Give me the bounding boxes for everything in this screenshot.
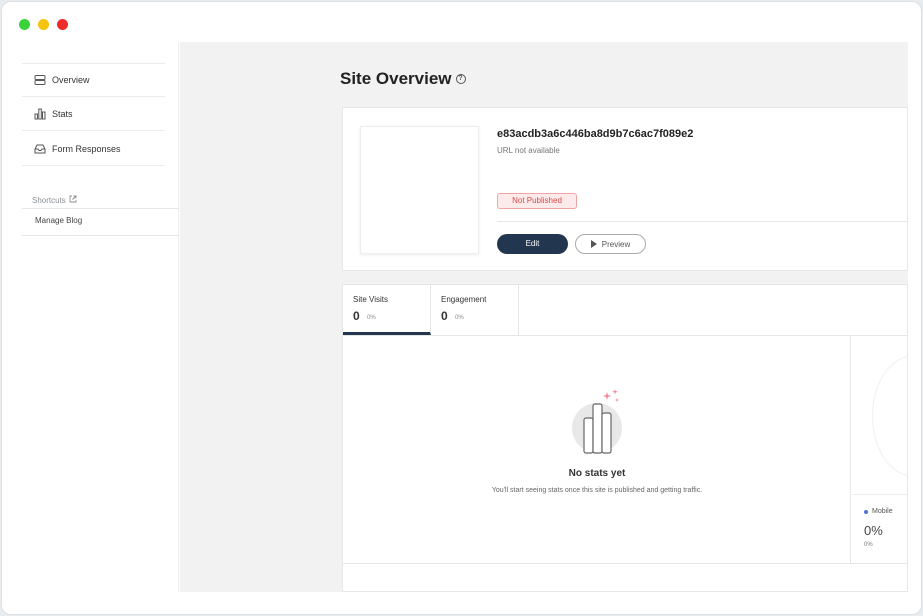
- divider: [497, 221, 908, 222]
- tab-percent: 0%: [455, 315, 464, 321]
- page-title-row: Site Overview ?: [340, 69, 466, 89]
- tab-site-visits[interactable]: Site Visits 0 0%: [343, 285, 431, 335]
- site-card: e83acdb3a6c446ba8d9b7c6ac7f089e2 URL not…: [342, 107, 908, 271]
- legend-label: Mobile: [872, 508, 893, 515]
- sidebar-item-form-responses[interactable]: Form Responses: [22, 132, 165, 166]
- edit-button[interactable]: Edit: [497, 234, 568, 254]
- server-icon: [34, 74, 46, 86]
- preview-label: Preview: [601, 239, 631, 249]
- shortcuts-label: Shortcuts: [32, 195, 66, 205]
- minimize-button[interactable]: [38, 19, 49, 30]
- divider: [22, 235, 179, 236]
- tab-label: Engagement: [441, 295, 487, 304]
- stats-panel: Site Visits 0 0% Engagement 0 0% No stat…: [342, 284, 908, 592]
- preview-button[interactable]: Preview: [575, 234, 646, 254]
- site-id: e83acdb3a6c446ba8d9b7c6ac7f089e2: [497, 128, 694, 140]
- legend-dot: [864, 509, 868, 514]
- empty-state-subtitle: You'll start seeing stats once this site…: [491, 487, 703, 494]
- maximize-button[interactable]: [19, 19, 30, 30]
- sidebar-item-label: Form Responses: [52, 143, 121, 154]
- divider: [852, 494, 908, 495]
- sidebar-item-label: Stats: [52, 108, 73, 119]
- tab-label: Site Visits: [353, 295, 388, 304]
- page-title: Site Overview: [340, 69, 452, 88]
- window-controls: [19, 19, 68, 30]
- status-badge: Not Published: [497, 193, 577, 209]
- empty-state-title: No stats yet: [568, 468, 626, 479]
- tab-engagement[interactable]: Engagement 0 0%: [431, 285, 519, 335]
- donut-chart: [872, 356, 908, 476]
- external-link-icon: [69, 195, 77, 205]
- sidebar-item-overview[interactable]: Overview: [22, 63, 165, 97]
- tab-value: 0: [441, 309, 448, 323]
- main-content: Site Overview ? e83acdb3a6c446ba8d9b7c6a…: [180, 42, 908, 592]
- browser-window: Overview Stats Form Responses Shortcuts …: [1, 1, 922, 615]
- help-icon[interactable]: ?: [455, 74, 466, 84]
- legend-mobile: Mobile: [864, 508, 893, 515]
- manage-blog-link[interactable]: Manage Blog: [35, 216, 82, 225]
- device-panel: Mobile 0% 0%: [852, 336, 908, 563]
- inbox-icon: [34, 143, 46, 155]
- tab-percent: 0%: [367, 315, 376, 321]
- play-icon: [590, 240, 597, 248]
- sidebar-item-label: Overview: [52, 75, 90, 85]
- tab-value: 0: [353, 309, 360, 323]
- close-button[interactable]: [57, 19, 68, 30]
- empty-chart-icon: [569, 388, 629, 458]
- site-url: URL not available: [497, 146, 560, 155]
- mobile-value: 0%: [864, 523, 883, 538]
- chart-area: No stats yet You'll start seeing stats o…: [343, 336, 851, 563]
- sidebar: Overview Stats Form Responses Shortcuts …: [2, 42, 179, 592]
- site-thumbnail: [360, 126, 479, 254]
- shortcuts-heading: Shortcuts: [32, 195, 77, 205]
- divider: [22, 208, 179, 209]
- bar-chart-icon: [34, 108, 46, 120]
- sidebar-item-stats[interactable]: Stats: [22, 97, 165, 131]
- mobile-subvalue: 0%: [864, 542, 873, 548]
- divider: [343, 563, 908, 564]
